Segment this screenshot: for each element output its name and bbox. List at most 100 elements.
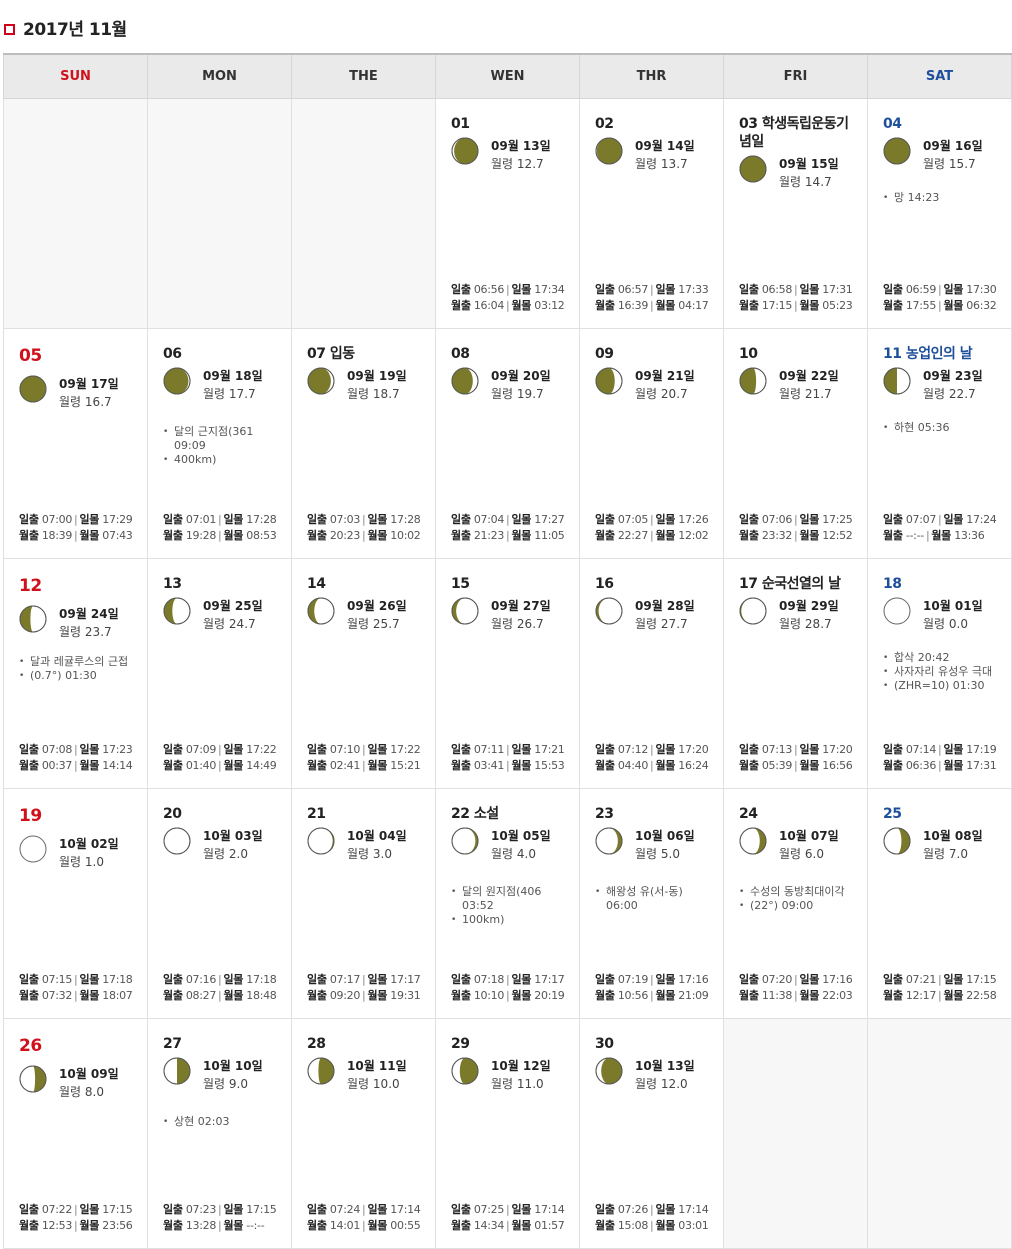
sunrise-time: 07:22 — [41, 1203, 73, 1216]
sunrise-time: 07:11 — [473, 743, 505, 756]
moon-times: 월출 19:28 | 월몰 08:53 — [163, 528, 277, 544]
sunrise-label: 일출 — [307, 513, 327, 526]
moon-age: 월령 9.0 — [203, 1075, 248, 1092]
moon-phase-icon — [883, 827, 911, 855]
day-cell: 19 10월 02일 월령 1.0 일출 07:15 | 일몰 17:18 월출 07:32… — [3, 788, 148, 1019]
sunset-time: 17:26 — [678, 513, 709, 526]
moon-age-value: 18.7 — [372, 387, 400, 401]
moon-phase-icon — [595, 827, 623, 855]
page-title: 2017년 11월 — [23, 20, 127, 40]
sunset-label: 일몰 — [655, 1203, 676, 1216]
sunset-label: 일몰 — [511, 513, 532, 526]
event-item: (22°) 09:00 — [739, 899, 861, 913]
sun-times: 일출 07:05 | 일몰 17:26 — [595, 512, 709, 528]
sunset-label: 일몰 — [799, 513, 820, 526]
moon-age-label: 월령 — [491, 1077, 514, 1091]
moonrise-time: 16:04 — [473, 299, 505, 312]
moon-phase-icon — [451, 597, 479, 625]
moonrise-label: 월출 — [451, 989, 471, 1002]
sunrise-time: 07:07 — [905, 513, 937, 526]
sunset-label: 일몰 — [223, 513, 244, 526]
rise-set-times: 일출 07:06 | 일몰 17:25 월출 23:32 | 월몰 12:52 — [739, 512, 853, 544]
sunset-label: 일몰 — [79, 513, 100, 526]
moonset-time: 05:23 — [822, 299, 853, 312]
day-cell: 22 소설 10월 05일월령 4.0 달의 원지점(406 03:52100km)… — [435, 788, 580, 1019]
event-item: (ZHR=10) 01:30 — [883, 679, 1005, 693]
moon-age: 월령 26.7 — [491, 615, 544, 632]
sunset-label: 일몰 — [511, 283, 532, 296]
moon-phase-icon — [595, 367, 623, 395]
day-number: 27 — [163, 1036, 182, 1052]
moonset-label: 월몰 — [79, 759, 100, 772]
moon-age: 월령 0.0 — [923, 615, 968, 632]
event-item: 해왕성 유(서-동) 06:00 — [595, 885, 717, 913]
moon-times: 월출 16:04 | 월몰 03:12 — [451, 298, 565, 314]
moonrise-time: 01:40 — [185, 759, 217, 772]
day-cell: 15 09월 27일 월령 26.7 일출 07:11 | 일몰 17:21 월출 03:4… — [435, 558, 580, 789]
moonrise-label: 월출 — [739, 529, 759, 542]
sunrise-label: 일출 — [883, 743, 903, 756]
weekday-mon: MON — [147, 53, 292, 99]
moonrise-time: 07:32 — [41, 989, 73, 1002]
lunar-date: 09월 14일 — [635, 139, 695, 153]
moonset-time: 19:31 — [390, 989, 421, 1002]
sunrise-time: 07:16 — [185, 973, 217, 986]
sunset-label: 일몰 — [655, 973, 676, 986]
moonset-label: 월몰 — [367, 759, 388, 772]
day-number: 19 — [19, 806, 42, 826]
event-list: 수성의 동방최대이각(22°) 09:00 — [739, 885, 861, 913]
moon-times: 월출 06:36 | 월몰 17:31 — [883, 758, 997, 774]
lunar-date: 10월 02일 — [59, 837, 119, 851]
moon-phase-icon — [307, 367, 335, 395]
moon-age-label: 월령 — [59, 855, 82, 869]
event-list: 달과 레귤루스의 근접(0.7°) 01:30 — [19, 655, 141, 683]
day-cell: 21 10월 04일 월령 3.0 일출 07:17 | 일몰 17:17 월출 09:20… — [291, 788, 436, 1019]
sunset-time: 17:15 — [102, 1203, 133, 1216]
sunrise-label: 일출 — [739, 283, 759, 296]
moon-times: 월출 10:56 | 월몰 21:09 — [595, 988, 709, 1004]
day-cell: 17 순국선열의 날 09월 29일 월령 28.7 일출 07:13 | 일몰 17:2… — [723, 558, 868, 789]
empty-day-cell — [3, 98, 148, 329]
moon-age: 월령 17.7 — [203, 385, 256, 402]
moonset-time: 03:01 — [678, 1219, 709, 1232]
moonrise-time: 16:39 — [617, 299, 649, 312]
sunrise-time: 07:26 — [617, 1203, 649, 1216]
day-number: 25 — [883, 806, 902, 822]
sun-times: 일출 07:10 | 일몰 17:22 — [307, 742, 421, 758]
event-item: 사자자리 유성우 극대 — [883, 665, 1005, 679]
sunrise-label: 일출 — [451, 973, 471, 986]
sunset-time: 17:17 — [534, 973, 565, 986]
moon-age: 월령 3.0 — [347, 845, 392, 862]
sunrise-time: 07:04 — [473, 513, 505, 526]
moonset-time: 07:43 — [102, 529, 133, 542]
moon-phase-icon — [451, 1057, 479, 1085]
lunar-date: 10월 05일 — [491, 829, 551, 843]
moon-age-label: 월령 — [347, 617, 370, 631]
moonset-time: 22:58 — [966, 989, 997, 1002]
sunrise-time: 07:19 — [617, 973, 649, 986]
sunrise-label: 일출 — [451, 743, 471, 756]
moon-phase-icon — [883, 137, 911, 165]
rise-set-times: 일출 07:25 | 일몰 17:14 월출 14:34 | 월몰 01:57 — [451, 1202, 565, 1234]
lunar-date: 09월 15일 — [779, 157, 839, 171]
moon-age-value: 20.7 — [660, 387, 688, 401]
moon-age-value: 25.7 — [372, 617, 400, 631]
rise-set-times: 일출 07:00 | 일몰 17:29 월출 18:39 | 월몰 07:43 — [19, 512, 133, 544]
lunar-date: 09월 21일 — [635, 369, 695, 383]
moon-age: 월령 21.7 — [779, 385, 832, 402]
moon-age-label: 월령 — [779, 847, 802, 861]
sunset-time: 17:33 — [678, 283, 709, 296]
weekday-sat: SAT — [867, 53, 1012, 99]
day-cell: 24 10월 07일월령 6.0 수성의 동방최대이각(22°) 09:00 일출 0… — [723, 788, 868, 1019]
sunrise-time: 07:13 — [761, 743, 793, 756]
moon-phase-icon — [595, 597, 623, 625]
sunset-time: 17:30 — [966, 283, 997, 296]
sun-times: 일출 07:04 | 일몰 17:27 — [451, 512, 565, 528]
rise-set-times: 일출 07:12 | 일몰 17:20 월출 04:40 | 월몰 16:24 — [595, 742, 709, 774]
moon-age-value: 14.7 — [804, 175, 832, 189]
rise-set-times: 일출 07:09 | 일몰 17:22 월출 01:40 | 월몰 14:49 — [163, 742, 277, 774]
moonrise-time: 14:34 — [473, 1219, 505, 1232]
moonset-label: 월몰 — [655, 299, 676, 312]
event-item: 400km) — [163, 453, 285, 467]
moon-age-label: 월령 — [59, 395, 82, 409]
